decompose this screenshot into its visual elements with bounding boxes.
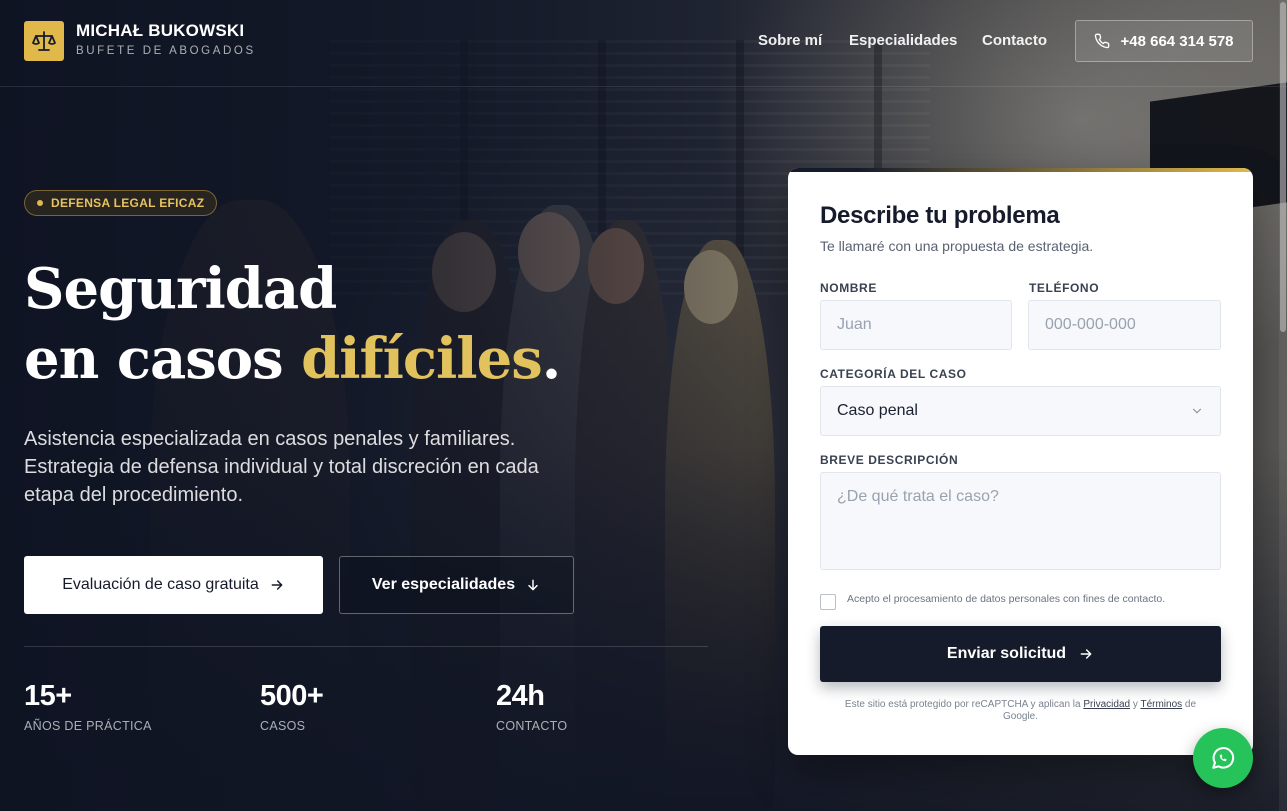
free-case-evaluation-button[interactable]: Evaluación de caso gratuita: [24, 556, 323, 614]
scrollbar-thumb[interactable]: [1280, 2, 1286, 332]
stats-divider: [24, 646, 708, 647]
headline-period: .: [541, 326, 561, 392]
site-header: MICHAŁ BUKOWSKI BUFETE DE ABOGADOS Sobre…: [0, 0, 1287, 87]
category-select[interactable]: Caso penal: [820, 386, 1221, 436]
submit-button[interactable]: Enviar solicitud: [820, 626, 1221, 682]
whatsapp-button[interactable]: [1193, 728, 1253, 788]
recaptcha-text: Este sitio está protegido por reCAPTCHA …: [844, 699, 1084, 710]
brand-subtitle: BUFETE DE ABOGADOS: [76, 45, 256, 57]
stat-contact: 24h CONTACTO: [496, 680, 567, 733]
category-label: CATEGORÍA DEL CASO: [820, 367, 967, 381]
arrow-down-icon: [528, 579, 538, 591]
consent-text: Acepto el procesamiento de datos persona…: [847, 593, 1166, 605]
nav-sobre-mi[interactable]: Sobre mí: [758, 32, 822, 49]
headline-line-1: Seguridad: [24, 256, 337, 322]
description-label: BREVE DESCRIPCIÓN: [820, 453, 959, 467]
phone-button[interactable]: +48 664 314 578: [1075, 20, 1253, 62]
chevron-down-icon: [1192, 408, 1202, 414]
phone-number: +48 664 314 578: [1120, 32, 1234, 50]
terms-link[interactable]: Términos: [1140, 699, 1182, 710]
stat-label: AÑOS DE PRÁCTICA: [24, 719, 152, 733]
hero-badge: DEFENSA LEGAL EFICAZ: [24, 190, 218, 216]
stat-label: CONTACTO: [496, 719, 568, 733]
recaptcha-notice: Este sitio está protegido por reCAPTCHA …: [828, 699, 1213, 723]
stat-value: 500+: [260, 680, 324, 712]
nav-especialidades[interactable]: Especialidades: [849, 32, 957, 49]
name-label: NOMBRE: [820, 281, 877, 295]
phone-input[interactable]: [1028, 300, 1221, 350]
arrow-right-icon: [1080, 649, 1092, 659]
arrow-right-icon: [271, 580, 283, 590]
badge-label: DEFENSA LEGAL EFICAZ: [51, 196, 205, 210]
card-accent-bar: [788, 168, 1253, 172]
hero-lead-text: Asistencia especializada en casos penale…: [24, 428, 539, 506]
brand-name[interactable]: MICHAŁ BUKOWSKI: [76, 21, 244, 41]
badge-dot: [37, 200, 43, 206]
submit-label: Enviar solicitud: [946, 645, 1067, 662]
stat-cases: 500+ CASOS: [260, 680, 324, 733]
stat-years: 15+ AÑOS DE PRÁCTICA: [24, 680, 152, 733]
form-title: Describe tu problema: [820, 202, 1060, 229]
description-textarea[interactable]: [820, 472, 1221, 570]
stat-label: CASOS: [260, 719, 306, 733]
name-input[interactable]: [820, 300, 1012, 350]
consent-checkbox[interactable]: [820, 594, 836, 610]
nav-contacto[interactable]: Contacto: [982, 32, 1047, 49]
view-specialties-button[interactable]: Ver especialidades: [339, 556, 574, 614]
recaptcha-text: y: [1130, 699, 1141, 710]
category-selected-value: Caso penal: [837, 402, 918, 419]
stat-value: 15+: [24, 680, 72, 712]
stat-value: 24h: [496, 680, 545, 712]
hero-headline: Seguridad en casos difíciles.: [24, 254, 561, 394]
phone-label: TELÉFONO: [1029, 281, 1100, 295]
headline-line-2-pre: en casos: [24, 326, 302, 392]
headline-accent-word: difíciles: [301, 326, 543, 392]
form-subtitle: Te llamaré con una propuesta de estrateg…: [820, 238, 1094, 254]
logo[interactable]: [24, 21, 64, 61]
secondary-cta-label: Ver especialidades: [371, 576, 516, 593]
scales-icon: [32, 31, 56, 51]
whatsapp-icon: [1212, 747, 1235, 769]
privacy-link[interactable]: Privacidad: [1083, 699, 1130, 710]
phone-icon: [1095, 33, 1110, 49]
primary-cta-label: Evaluación de caso gratuita: [62, 576, 259, 593]
contact-form-card: Describe tu problema Te llamaré con una …: [788, 168, 1253, 755]
